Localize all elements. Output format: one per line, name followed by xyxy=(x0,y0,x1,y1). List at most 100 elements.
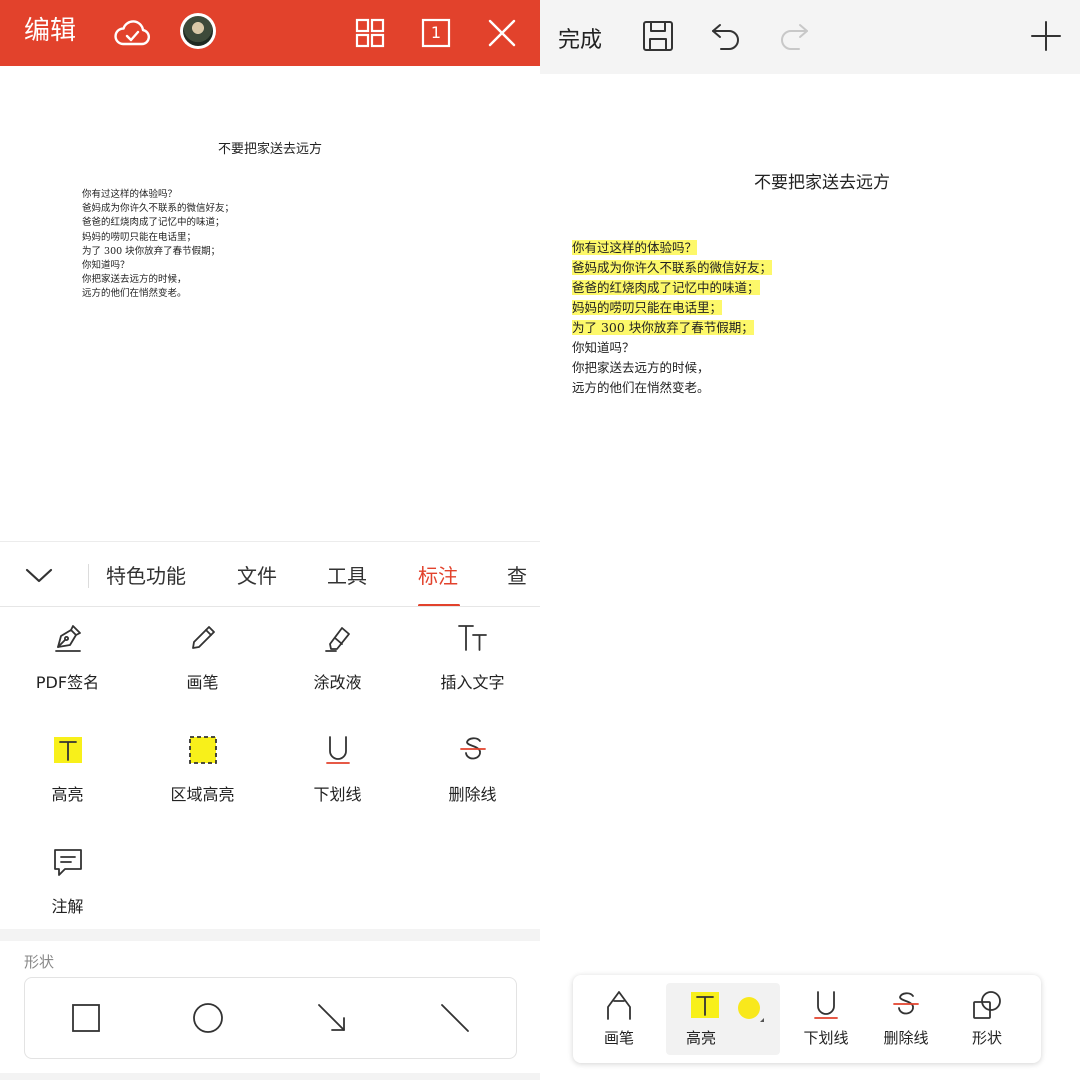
toolbar-underline[interactable]: 下划线 xyxy=(786,975,866,1063)
document-line[interactable]: 远方的他们在悄然变老。 xyxy=(572,378,772,398)
toolbar-strikethrough[interactable]: 删除线 xyxy=(866,975,946,1063)
strikethrough-icon xyxy=(456,733,490,767)
shapes-icon xyxy=(971,989,1003,1021)
toolbar-label: 高亮 xyxy=(685,1029,716,1047)
tool-insert-text[interactable]: 插入文字 xyxy=(405,621,540,693)
tool-label: 高亮 xyxy=(51,785,84,804)
tool-comment[interactable]: 注解 xyxy=(0,845,135,917)
document-line: 爸妈成为你许久不联系的微信好友； xyxy=(82,203,235,215)
arrow-icon[interactable] xyxy=(312,998,352,1038)
document-page: 不要把家送去远方 你有过这样的体验吗？ 爸妈成为你许久不联系的微信好友； 爸爸的… xyxy=(540,74,1080,974)
strikethrough-icon xyxy=(890,989,922,1021)
highlight-icon xyxy=(689,989,721,1021)
rectangle-icon[interactable] xyxy=(66,998,106,1038)
tool-label: 涂改液 xyxy=(313,673,362,692)
avatar-image xyxy=(183,16,213,46)
document-line[interactable]: 爸爸的红烧肉成了记忆中的味道； xyxy=(572,278,772,298)
highlighted-text[interactable]: 爸妈成为你许久不联系的微信好友； xyxy=(572,260,773,275)
tool-pdf-sign[interactable]: PDF签名 xyxy=(0,621,135,693)
save-icon[interactable] xyxy=(638,16,678,56)
document-preview: 不要把家送去远方 你有过这样的体验吗？ 爸妈成为你许久不联系的微信好友； 爸爸的… xyxy=(0,66,540,541)
document-line: 为了 300 块你放弃了春节假期； xyxy=(82,245,221,257)
document-line[interactable]: 爸妈成为你许久不联系的微信好友； xyxy=(572,258,773,278)
done-button[interactable]: 完成 xyxy=(558,22,602,54)
left-panel: 编辑 1 不要把家送去远方 你有过这样的体验吗？ 爸妈成为你许久不联系的微信好友… xyxy=(0,0,540,1080)
redo-icon[interactable] xyxy=(774,16,814,56)
tool-label: PDF签名 xyxy=(35,673,100,692)
tool-correction[interactable]: 涂改液 xyxy=(270,621,405,693)
tool-label: 插入文字 xyxy=(440,673,505,692)
grid-icon[interactable] xyxy=(348,11,392,55)
highlighted-text[interactable]: 你有过这样的体验吗？ xyxy=(572,240,698,255)
tab-file[interactable]: 文件 xyxy=(237,562,277,590)
text-size-icon xyxy=(456,621,490,655)
plain-text[interactable]: 你把家送去远方的时候， xyxy=(572,360,710,375)
tool-strikethrough[interactable]: 删除线 xyxy=(405,733,540,805)
plain-text[interactable]: 远方的他们在悄然变老。 xyxy=(572,380,710,395)
shapes-section: 形状 xyxy=(0,941,540,1080)
avatar[interactable] xyxy=(180,13,216,49)
toolbar-label: 删除线 xyxy=(883,1029,929,1047)
tab-tools[interactable]: 工具 xyxy=(327,562,367,590)
highlighted-text[interactable]: 为了 300 块你放弃了春节假期； xyxy=(572,320,754,335)
cloud-check-icon[interactable] xyxy=(110,11,154,55)
add-icon[interactable] xyxy=(1026,16,1066,56)
tool-highlight[interactable]: 高亮 xyxy=(0,733,135,805)
tab-bar: 特色功能 文件 工具 标注 查 xyxy=(0,541,540,607)
toolbar-brush[interactable]: 画笔 xyxy=(579,975,659,1063)
tab-featured[interactable]: 特色功能 xyxy=(106,562,186,590)
pen-icon xyxy=(603,989,635,1021)
toolbar-shapes[interactable]: 形状 xyxy=(947,975,1027,1063)
shapes-title: 形状 xyxy=(24,953,55,971)
document-line[interactable]: 你把家送去远方的时候， xyxy=(572,358,772,378)
chevron-down-icon[interactable] xyxy=(20,556,58,594)
tool-brush[interactable]: 画笔 xyxy=(135,621,270,693)
section-gap xyxy=(0,929,540,941)
document-line: 你有过这样的体验吗？ xyxy=(82,189,178,200)
highlight-icon xyxy=(51,733,85,767)
document-line: 远方的他们在悄然变老。 xyxy=(82,288,187,300)
comment-icon xyxy=(51,845,85,879)
line-icon[interactable] xyxy=(435,998,475,1038)
document-line: 你知道吗？ xyxy=(82,260,130,272)
toolbar-label: 下划线 xyxy=(803,1029,849,1047)
page-count: 1 xyxy=(430,23,442,42)
toolbar-label: 画笔 xyxy=(603,1029,634,1047)
edit-header: 编辑 1 xyxy=(0,0,540,66)
document-line: 妈妈的唠叨只能在电话里； xyxy=(82,231,197,243)
document-body: 你有过这样的体验吗？ 爸妈成为你许久不联系的微信好友； 爸爸的红烧肉成了记忆中的… xyxy=(82,188,234,302)
tool-label: 注解 xyxy=(51,897,84,916)
underline-icon xyxy=(321,733,355,767)
eraser-icon xyxy=(321,621,355,655)
document-title: 不要把家送去远方 xyxy=(217,142,322,157)
document-line[interactable]: 为了 300 块你放弃了春节假期； xyxy=(572,318,772,338)
header-title: 编辑 xyxy=(24,16,77,46)
tool-area-highlight[interactable]: 区域高亮 xyxy=(135,733,270,805)
highlight-color-dot[interactable] xyxy=(738,997,760,1019)
highlighted-text[interactable]: 爸爸的红烧肉成了记忆中的味道； xyxy=(572,280,760,295)
toolbar-highlight[interactable]: 高亮 xyxy=(666,983,780,1055)
tool-label: 画笔 xyxy=(186,673,219,692)
toolbar-label: 形状 xyxy=(971,1029,1002,1047)
tab-view[interactable]: 查 xyxy=(507,562,527,590)
floating-annotation-toolbar: 画笔 高亮 下划线 删除线 形状 xyxy=(573,975,1041,1063)
highlighted-text[interactable]: 妈妈的唠叨只能在电话里； xyxy=(572,300,723,315)
document-line: 爸爸的红烧肉成了记忆中的味道； xyxy=(82,217,225,229)
document-line[interactable]: 你知道吗？ xyxy=(572,338,772,358)
annotation-tools: PDF签名 画笔 涂改液 插入文字 高亮 区域高亮 下划线 删除线 注解 xyxy=(0,607,540,929)
tool-label: 区域高亮 xyxy=(170,785,235,804)
pencil-icon xyxy=(186,621,220,655)
tool-underline[interactable]: 下划线 xyxy=(270,733,405,805)
annotate-header: 完成 xyxy=(540,0,1080,74)
document-line[interactable]: 你有过这样的体验吗？ xyxy=(572,238,772,258)
plain-text[interactable]: 你知道吗？ xyxy=(572,340,635,355)
circle-icon[interactable] xyxy=(188,998,228,1038)
bottom-strip xyxy=(0,1073,540,1080)
close-icon[interactable] xyxy=(480,11,524,55)
page-count-button[interactable]: 1 xyxy=(414,11,458,55)
tool-label: 删除线 xyxy=(448,785,497,804)
undo-icon[interactable] xyxy=(706,16,746,56)
tab-annotate[interactable]: 标注 xyxy=(418,562,458,590)
area-highlight-icon xyxy=(186,733,220,767)
document-line[interactable]: 妈妈的唠叨只能在电话里； xyxy=(572,298,772,318)
